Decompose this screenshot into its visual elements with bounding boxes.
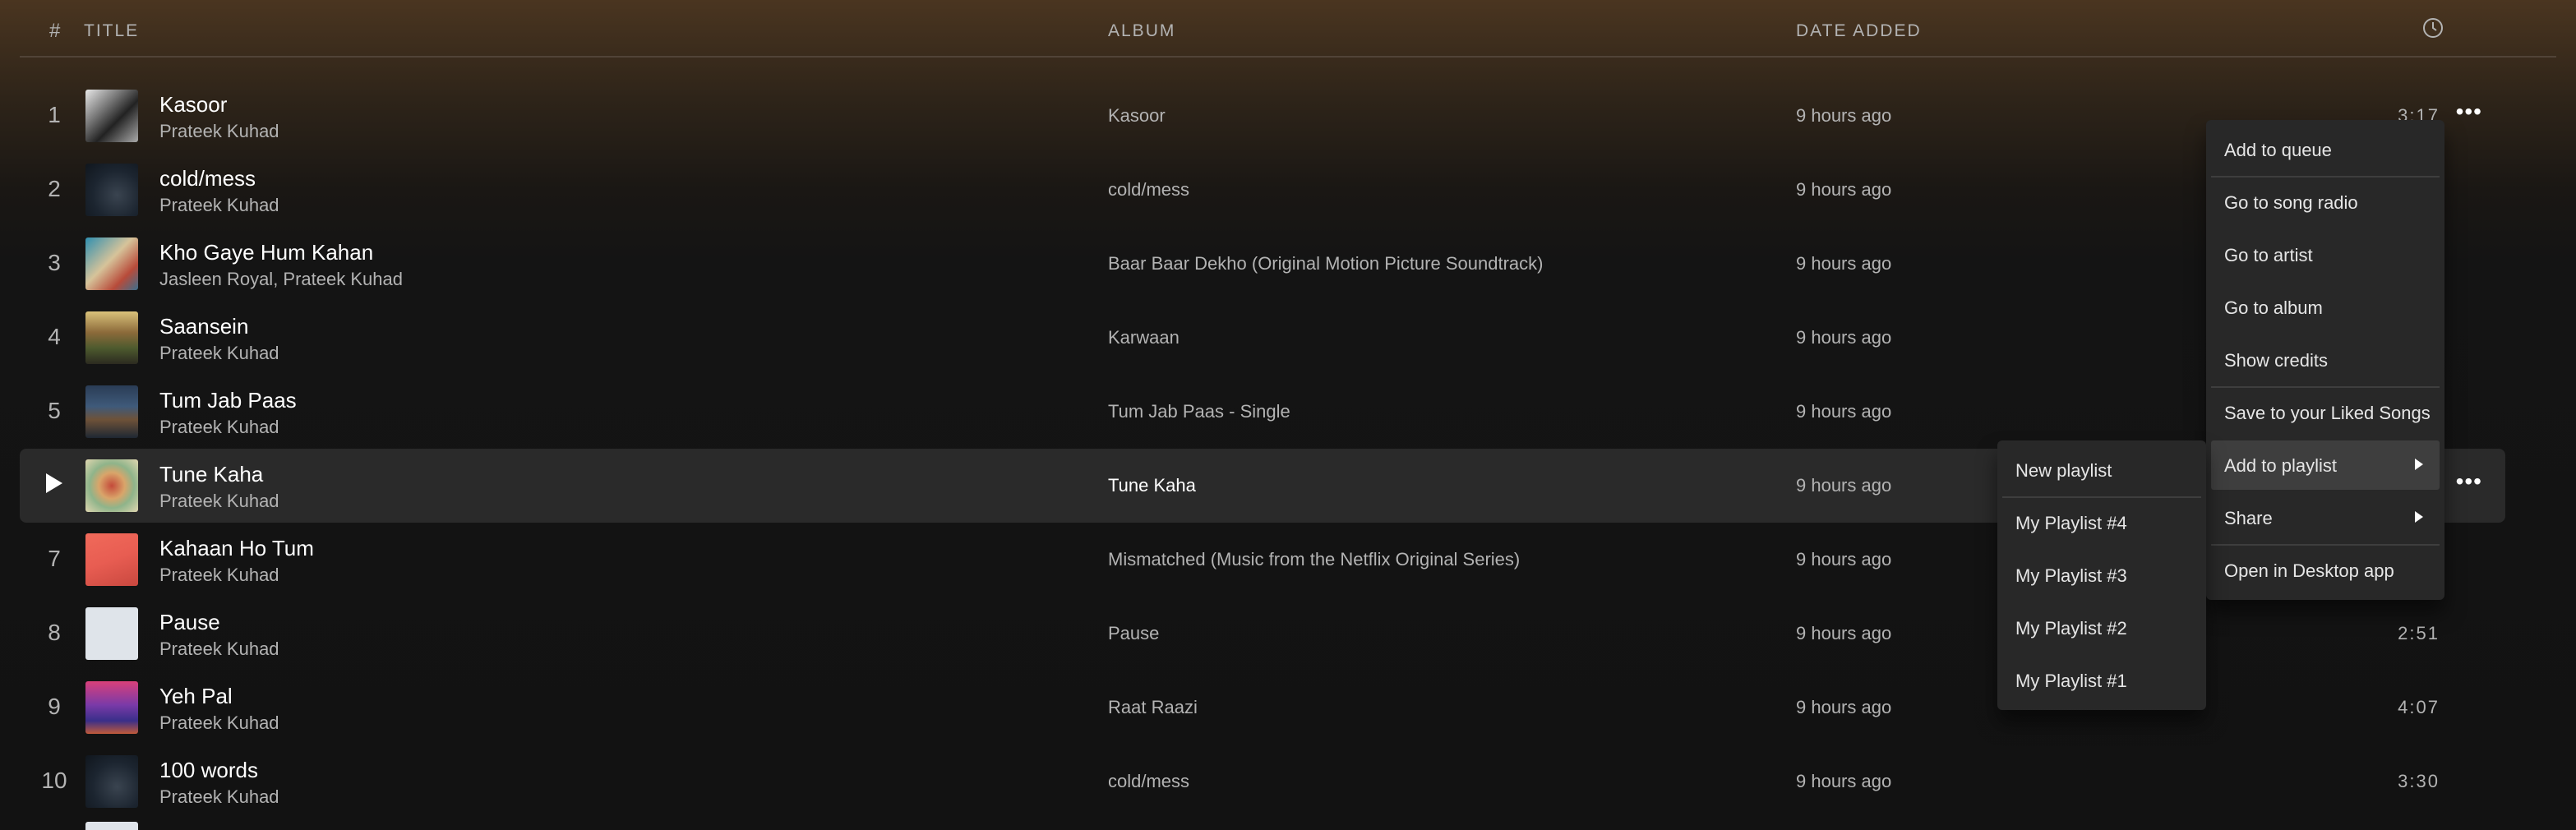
track-artist[interactable]: Prateek Kuhad <box>159 565 279 586</box>
track-row[interactable]: 2 cold/mess Prateek Kuhad cold/mess 9 ho… <box>20 153 2505 227</box>
track-title[interactable]: Yeh Pal <box>159 684 233 709</box>
track-row[interactable]: 5 Tum Jab Paas Prateek Kuhad Tum Jab Paa… <box>20 375 2505 449</box>
track-row[interactable]: 1 Kasoor Prateek Kuhad Kasoor 9 hours ag… <box>20 79 2505 153</box>
submenu-item-playlist[interactable]: My Playlist #4 <box>2002 498 2201 547</box>
clock-icon[interactable] <box>2421 16 2446 41</box>
play-icon[interactable] <box>46 473 62 493</box>
track-date-added: 9 hours ago <box>1796 253 1892 274</box>
track-artist[interactable]: Prateek Kuhad <box>159 639 279 660</box>
submenu-item-playlist[interactable]: My Playlist #3 <box>2002 551 2201 600</box>
more-options-icon[interactable]: ••• <box>2456 100 2482 123</box>
track-artist[interactable]: Prateek Kuhad <box>159 786 279 808</box>
track-row[interactable]: 10 100 words Prateek Kuhad cold/mess 9 h… <box>20 745 2505 818</box>
track-artist[interactable]: Jasleen Royal, Prateek Kuhad <box>159 269 403 290</box>
menu-item-share[interactable]: Share <box>2211 493 2440 542</box>
track-date-added: 9 hours ago <box>1796 549 1892 569</box>
track-album[interactable]: Tune Kaha <box>1108 475 1196 496</box>
track-title[interactable]: 100 words <box>159 758 258 783</box>
track-title[interactable]: Tune Kaha <box>159 462 263 487</box>
menu-item-add-to-queue[interactable]: Add to queue <box>2211 125 2440 174</box>
menu-item-save-to-liked-songs[interactable]: Save to your Liked Songs <box>2211 388 2440 437</box>
track-album[interactable]: cold/mess <box>1108 179 1189 201</box>
track-artist[interactable]: Prateek Kuhad <box>159 195 279 216</box>
album-art <box>85 164 138 216</box>
track-number: 10 <box>41 768 67 793</box>
album-art <box>85 385 138 438</box>
track-date-added: 9 hours ago <box>1796 697 1892 717</box>
track-album[interactable]: Baar Baar Dekho (Original Motion Picture… <box>1108 253 1543 274</box>
column-header-title[interactable]: TITLE <box>84 21 139 41</box>
track-artist[interactable]: Prateek Kuhad <box>159 491 279 512</box>
menu-item-go-to-song-radio[interactable]: Go to song radio <box>2211 178 2440 227</box>
track-number: 9 <box>48 694 61 719</box>
chevron-right-icon <box>2415 459 2423 470</box>
playlist-submenu: New playlist My Playlist #4 My Playlist … <box>1997 440 2206 710</box>
track-row[interactable]: 4 Saansein Prateek Kuhad Karwaan 9 hours… <box>20 301 2505 375</box>
menu-item-go-to-artist[interactable]: Go to artist <box>2211 230 2440 279</box>
track-album[interactable]: Raat Raazi <box>1108 697 1198 718</box>
track-date-added: 9 hours ago <box>1796 401 1892 422</box>
track-album[interactable]: Mismatched (Music from the Netflix Origi… <box>1108 549 1520 570</box>
track-title[interactable]: cold/mess <box>159 166 256 191</box>
menu-item-add-to-playlist[interactable]: Add to playlist <box>2211 440 2440 490</box>
menu-item-open-in-desktop-app[interactable]: Open in Desktop app <box>2211 546 2440 595</box>
track-title[interactable]: Kasoor <box>159 92 227 118</box>
submenu-item-new-playlist[interactable]: New playlist <box>2002 445 2201 495</box>
track-title[interactable]: Saansein <box>159 314 248 339</box>
submenu-item-playlist[interactable]: My Playlist #1 <box>2002 656 2201 705</box>
track-date-added: 9 hours ago <box>1796 105 1892 126</box>
track-artist[interactable]: Prateek Kuhad <box>159 712 279 734</box>
track-number: 3 <box>48 250 61 275</box>
context-menu: Add to queue Go to song radio Go to arti… <box>2206 120 2444 600</box>
column-header-number: # <box>49 20 62 42</box>
track-date-added: 9 hours ago <box>1796 475 1892 496</box>
track-number: 7 <box>48 546 61 571</box>
track-title[interactable]: Kahaan Ho Tum <box>159 536 314 561</box>
album-art <box>85 237 138 290</box>
track-row[interactable]: 3 Kho Gaye Hum Kahan Jasleen Royal, Prat… <box>20 227 2505 301</box>
track-number: 2 <box>48 176 61 201</box>
track-album[interactable]: cold/mess <box>1108 771 1189 792</box>
column-header-album[interactable]: ALBUM <box>1108 21 1175 41</box>
tracklist-header: # TITLE ALBUM DATE ADDED <box>20 0 2556 58</box>
track-duration: 4:07 <box>2398 697 2440 717</box>
track-duration: 3:30 <box>2398 771 2440 791</box>
track-artist[interactable]: Prateek Kuhad <box>159 417 279 438</box>
menu-item-show-credits[interactable]: Show credits <box>2211 335 2440 385</box>
menu-item-go-to-album[interactable]: Go to album <box>2211 283 2440 332</box>
track-artist[interactable]: Prateek Kuhad <box>159 343 279 364</box>
album-art <box>85 822 138 830</box>
track-title[interactable]: Kho Gaye Hum Kahan <box>159 240 373 265</box>
track-title[interactable]: Pause <box>159 610 220 635</box>
track-album[interactable]: Tum Jab Paas - Single <box>1108 401 1290 422</box>
track-album[interactable]: Kasoor <box>1108 105 1166 127</box>
album-art <box>85 681 138 734</box>
track-album[interactable]: Pause <box>1108 623 1159 644</box>
track-album[interactable]: Karwaan <box>1108 327 1180 348</box>
album-art <box>85 607 138 660</box>
track-duration: 2:51 <box>2398 623 2440 643</box>
chevron-right-icon <box>2415 511 2423 523</box>
track-number: 4 <box>48 324 61 349</box>
album-art <box>85 533 138 586</box>
track-artist[interactable]: Prateek Kuhad <box>159 121 279 142</box>
track-date-added: 9 hours ago <box>1796 771 1892 791</box>
column-header-date-added[interactable]: DATE ADDED <box>1796 21 1922 41</box>
submenu-item-playlist[interactable]: My Playlist #2 <box>2002 603 2201 652</box>
track-title[interactable]: Tum Jab Paas <box>159 388 297 413</box>
track-date-added: 9 hours ago <box>1796 623 1892 643</box>
more-options-icon[interactable]: ••• <box>2456 470 2482 493</box>
track-date-added: 9 hours ago <box>1796 327 1892 348</box>
track-number: 1 <box>48 102 61 127</box>
album-art <box>85 459 138 512</box>
track-number: 8 <box>48 620 61 645</box>
track-number: 5 <box>48 398 61 423</box>
album-art <box>85 90 138 142</box>
album-art <box>85 311 138 364</box>
track-date-added: 9 hours ago <box>1796 179 1892 200</box>
album-art <box>85 755 138 808</box>
